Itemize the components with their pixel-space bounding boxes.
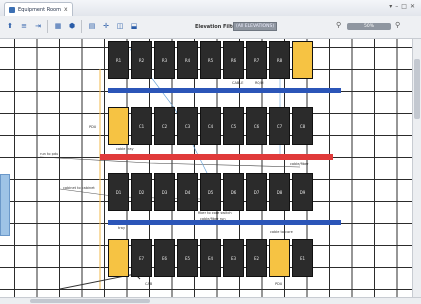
rack-cabinet[interactable]: R2 [131, 41, 152, 79]
rack-cabinet[interactable]: D2 [131, 173, 152, 211]
annotation: cabinet to cabinet [63, 186, 95, 190]
rack-cabinet[interactable]: D8 [269, 173, 290, 211]
zoom-in-icon[interactable]: ⚲ [395, 21, 400, 29]
rack-cabinet[interactable]: E5 [177, 239, 198, 277]
close-icon[interactable]: x [64, 6, 68, 13]
rack-cabinet[interactable]: R8 [269, 41, 290, 79]
rack-row-c: C1 C2 C3 C4 C5 C6 C7 C8 [108, 107, 313, 145]
window-controls: ▾ – □ ✕ [389, 3, 415, 10]
next-icon[interactable]: ⇥ [32, 20, 44, 32]
toolbar: ⬆ ≡ ⇥ ▦ ⬢ ▤ ✛ ◫ ⬓ Elevation Filter: (All… [0, 16, 421, 39]
rack-cabinet[interactable]: E7 [131, 239, 152, 277]
rack-cabinet[interactable]: E1 [292, 239, 313, 277]
rack-cabinet[interactable]: E6 [154, 239, 175, 277]
rack-cabinet[interactable] [292, 41, 313, 79]
rack-cabinet[interactable]: R7 [246, 41, 267, 79]
cable-tray-red[interactable] [100, 154, 333, 160]
annotation: R0/H [255, 81, 264, 85]
shield-icon[interactable]: ⬢ [66, 20, 78, 32]
zoom-slider[interactable]: 50% [347, 23, 391, 30]
maximize-icon[interactable]: □ [401, 3, 407, 10]
tab-title: Equipment Room [18, 6, 61, 13]
floor-plan-canvas[interactable]: R1 R2 R3 R4 R5 R6 R7 R8 C1 C2 C3 C4 C5 C6 C7 C8 D1 D2 D3… [0, 39, 412, 297]
annotation: CABLE [232, 81, 244, 85]
grid-icon[interactable]: ▦ [52, 20, 64, 32]
rack-cabinet[interactable]: D9 [292, 173, 313, 211]
tab-equipment-room[interactable]: Equipment Room x [4, 2, 73, 16]
equipment-room-window: Equipment Room x ▾ – □ ✕ ⬆ ≡ ⇥ ▦ ⬢ ▤ ✛ ◫… [0, 0, 421, 304]
rack-cabinet[interactable]: R4 [177, 41, 198, 79]
rack-cabinet[interactable]: R6 [223, 41, 244, 79]
rack-cabinet[interactable]: C2 [154, 107, 175, 145]
elevation-up-icon[interactable]: ⬆ [4, 20, 16, 32]
rack-cabinet[interactable]: C4 [200, 107, 221, 145]
rack-cabinet[interactable]: D7 [246, 173, 267, 211]
cable-tray-blue[interactable] [108, 88, 341, 93]
rack-cabinet[interactable]: R1 [108, 41, 129, 79]
title-bar: Equipment Room x ▾ – □ ✕ [0, 0, 421, 17]
window-icon[interactable]: ◫ [114, 20, 126, 32]
annotation: cable tray [116, 147, 134, 151]
annotation: run to pdu [40, 152, 59, 156]
menu-icon[interactable]: ▾ [389, 3, 392, 10]
annotation: cable to core [270, 230, 293, 234]
scroll-thumb[interactable] [414, 59, 420, 119]
annotation: fiber to core switch [198, 211, 232, 215]
annotation: CAB [145, 282, 153, 286]
room-icon [9, 6, 15, 13]
rack-cabinet[interactable]: C7 [269, 107, 290, 145]
rack-cabinet[interactable] [108, 239, 129, 277]
rack-cabinet[interactable] [108, 107, 129, 145]
rack-cabinet[interactable]: D5 [200, 173, 221, 211]
annotation: PDU [275, 282, 283, 286]
move-icon[interactable]: ✛ [100, 20, 112, 32]
rack-cabinet[interactable]: C6 [246, 107, 267, 145]
toolbar-separator [81, 20, 82, 33]
rack-row-e: E7 E6 E5 E4 E3 E2 E1 [108, 239, 313, 277]
minimize-icon[interactable]: – [395, 3, 398, 10]
annotation: cable/fiber run [200, 217, 226, 221]
rack-cabinet[interactable]: D3 [154, 173, 175, 211]
rack-cabinet[interactable]: D4 [177, 173, 198, 211]
rack-cabinet[interactable]: E2 [246, 239, 267, 277]
rack-row-a: R1 R2 R3 R4 R5 R6 R7 R8 [108, 41, 313, 79]
zoom-out-icon[interactable]: ⚲ [336, 21, 341, 29]
rack-cabinet[interactable]: C5 [223, 107, 244, 145]
rack-cabinet[interactable]: C8 [292, 107, 313, 145]
toolbar-separator [47, 20, 48, 33]
scroll-thumb[interactable] [30, 299, 150, 303]
rack-cabinet[interactable]: E3 [223, 239, 244, 277]
rack-cabinet[interactable]: D6 [223, 173, 244, 211]
close-window-icon[interactable]: ✕ [410, 3, 415, 10]
rack-cabinet[interactable]: C1 [131, 107, 152, 145]
rack-cabinet[interactable]: R3 [154, 41, 175, 79]
rack-cabinet[interactable]: E4 [200, 239, 221, 277]
print-icon[interactable]: ⬓ [128, 20, 140, 32]
rack-cabinet[interactable] [269, 239, 290, 277]
rack-cabinet[interactable]: C3 [177, 107, 198, 145]
rack-row-d: D1 D2 D3 D4 D5 D6 D7 D8 D9 [108, 173, 313, 211]
table-icon[interactable]: ▤ [86, 20, 98, 32]
annotation: cable/fiber [290, 162, 309, 166]
annotation: PDU [89, 125, 97, 129]
list-icon[interactable]: ≡ [18, 20, 30, 32]
rack-cabinet[interactable]: D1 [108, 173, 129, 211]
rack-cabinet[interactable]: R5 [200, 41, 221, 79]
annotation: tray [118, 226, 126, 230]
elevation-filter-select[interactable]: (All ELEVATIONS) [233, 22, 277, 31]
vertical-scrollbar[interactable] [412, 39, 421, 297]
